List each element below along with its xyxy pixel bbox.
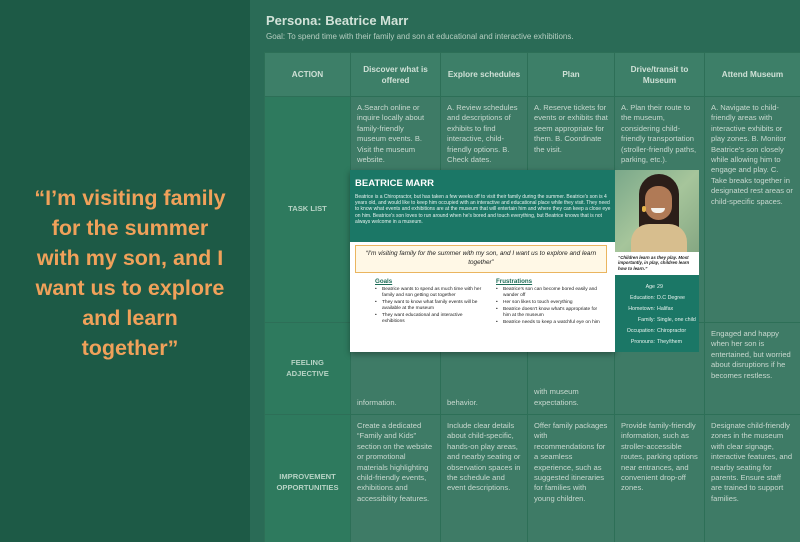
persona-quote: “I’m visiting family for the summer with… — [14, 183, 246, 363]
info-value: Halifax — [657, 306, 674, 312]
quote-line: for the summer — [51, 216, 209, 240]
info-label: Hometown: — [628, 306, 655, 312]
persona-bio: Beatrice is a Chiropractor, but has take… — [355, 194, 611, 225]
stage-header: Plan — [527, 52, 615, 97]
frustration-item: Beatrice's son can become bored easily a… — [496, 287, 604, 299]
info-label: Occupation: — [626, 328, 655, 334]
header-action: ACTION — [264, 52, 351, 97]
info-row: Occupation: Chiropractor — [615, 328, 699, 337]
improvement-cell: Offer family packages with recommendatio… — [527, 414, 615, 542]
stage-header: Discover what is offered — [350, 52, 441, 97]
quote-line: with my son, and I — [36, 246, 224, 270]
info-value: D.C Degree — [657, 295, 685, 301]
persona-name: BEATRICE MARR — [355, 178, 434, 189]
quote-panel: “I’m visiting family for the summer with… — [0, 0, 250, 542]
goal-item: Beatrice wants to spend as much time wit… — [375, 287, 485, 299]
quote-line: want us to explore — [35, 276, 225, 300]
info-value: Chiropractor — [657, 328, 687, 334]
frustrations-heading: Frustrations — [496, 278, 533, 285]
goals-heading: Goals — [375, 278, 393, 285]
journey-goal: Goal: To spend time with their family an… — [266, 32, 574, 41]
persona-quote-box: “I'm visiting family for the summer with… — [355, 245, 607, 273]
info-value: They/them — [657, 339, 683, 345]
persona-header: BEATRICE MARR Beatrice is a Chiropractor… — [350, 170, 615, 242]
info-value: Single, one child — [657, 317, 696, 323]
stage-header: Explore schedules — [440, 52, 528, 97]
photo-earring — [642, 206, 646, 212]
info-label: Family: — [637, 317, 655, 323]
frustrations-list: Beatrice's son can become bored easily a… — [496, 287, 604, 327]
persona-info: Age 29 Education: D.C Degree Hometown: H… — [615, 275, 699, 352]
goals-list: Beatrice wants to spend as much time wit… — [375, 287, 485, 326]
row-label-improvement: IMPROVEMENT OPPORTUNITIES — [264, 414, 351, 542]
info-value: 29 — [657, 284, 663, 290]
quote-line: and learn — [82, 306, 178, 330]
goal-item: They want educational and interactive ex… — [375, 313, 485, 325]
info-row: Education: D.C Degree — [615, 295, 699, 304]
info-label: Pronouns: — [630, 339, 655, 345]
frustration-item: Beatrice doesn't know what's appropriate… — [496, 307, 604, 319]
info-row: Age 29 — [615, 284, 699, 293]
photo-face — [645, 186, 672, 220]
stage-header: Drive/transit to Museum — [614, 52, 705, 97]
quote-line: “I’m visiting family — [34, 186, 226, 210]
feeling-cell: Engaged and happy when her son is entert… — [704, 322, 800, 415]
info-row: Hometown: Halifax — [615, 306, 699, 315]
task-cell: A. Navigate to child-friendly areas with… — [704, 96, 800, 323]
info-row: Family: Single, one child — [615, 317, 699, 326]
frustration-item: Her son likes to touch everything — [496, 300, 604, 306]
improvement-cell: Create a dedicated “Family and Kids” sec… — [350, 414, 441, 542]
stage-header: Attend Museum — [704, 52, 800, 97]
info-label: Education: — [629, 295, 655, 301]
info-row: Pronouns: They/them — [615, 339, 699, 348]
quote-line: together” — [81, 336, 179, 360]
improvement-cell: Provide family-friendly information, suc… — [614, 414, 705, 542]
persona-card: BEATRICE MARR Beatrice is a Chiropractor… — [350, 170, 615, 352]
photo-caption: “Children learn as they play. Most impor… — [615, 252, 699, 275]
row-label-feeling: FEELING ADJECTIVE — [264, 322, 351, 415]
row-label-task-list: TASK LIST — [264, 96, 351, 323]
journey-title: Persona: Beatrice Marr — [266, 13, 409, 28]
info-label: Age — [645, 284, 655, 290]
improvement-cell: Designate child-friendly zones in the mu… — [704, 414, 800, 542]
improvement-cell: Include clear details about child-specif… — [440, 414, 528, 542]
frustration-item: Beatrice needs to keep a watchful eye on… — [496, 320, 604, 326]
goal-item: They want to know what family events wil… — [375, 300, 485, 312]
